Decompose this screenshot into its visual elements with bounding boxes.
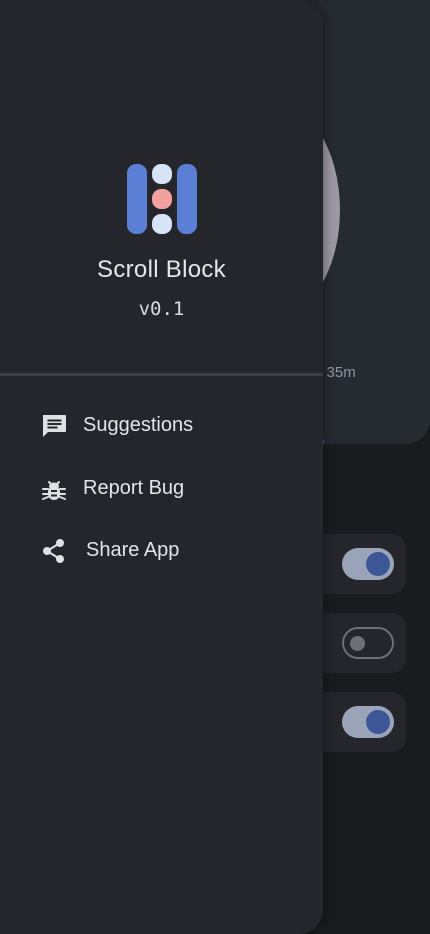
- app-version: v0.1: [138, 298, 185, 320]
- toggle-knob: [350, 636, 365, 651]
- navigation-drawer: Scroll Block v0.1 Suggestions Report Bug: [0, 0, 323, 934]
- toggle-switch-1[interactable]: [342, 548, 394, 580]
- toggle-switch-3[interactable]: [342, 706, 394, 738]
- toggle-switch-2[interactable]: [342, 627, 394, 659]
- toggle-knob: [366, 710, 390, 734]
- menu-item-report-bug[interactable]: Report Bug: [0, 463, 323, 513]
- menu-label-suggestions: Suggestions: [83, 414, 194, 436]
- screen: e 35m Scroll Block v0.1 Suggestions Repo…: [0, 0, 430, 934]
- menu-label-share-app: Share App: [86, 539, 180, 561]
- app-logo-icon: [127, 164, 197, 234]
- divider: [0, 373, 323, 376]
- share-icon: [43, 539, 64, 563]
- menu-label-report-bug: Report Bug: [83, 477, 185, 499]
- toggle-knob: [366, 552, 390, 576]
- feedback-icon: [43, 415, 66, 437]
- menu-item-suggestions[interactable]: Suggestions: [0, 400, 323, 450]
- app-name: Scroll Block: [97, 256, 226, 283]
- bug-icon: [42, 481, 66, 500]
- menu-item-share-app[interactable]: Share App: [0, 525, 323, 575]
